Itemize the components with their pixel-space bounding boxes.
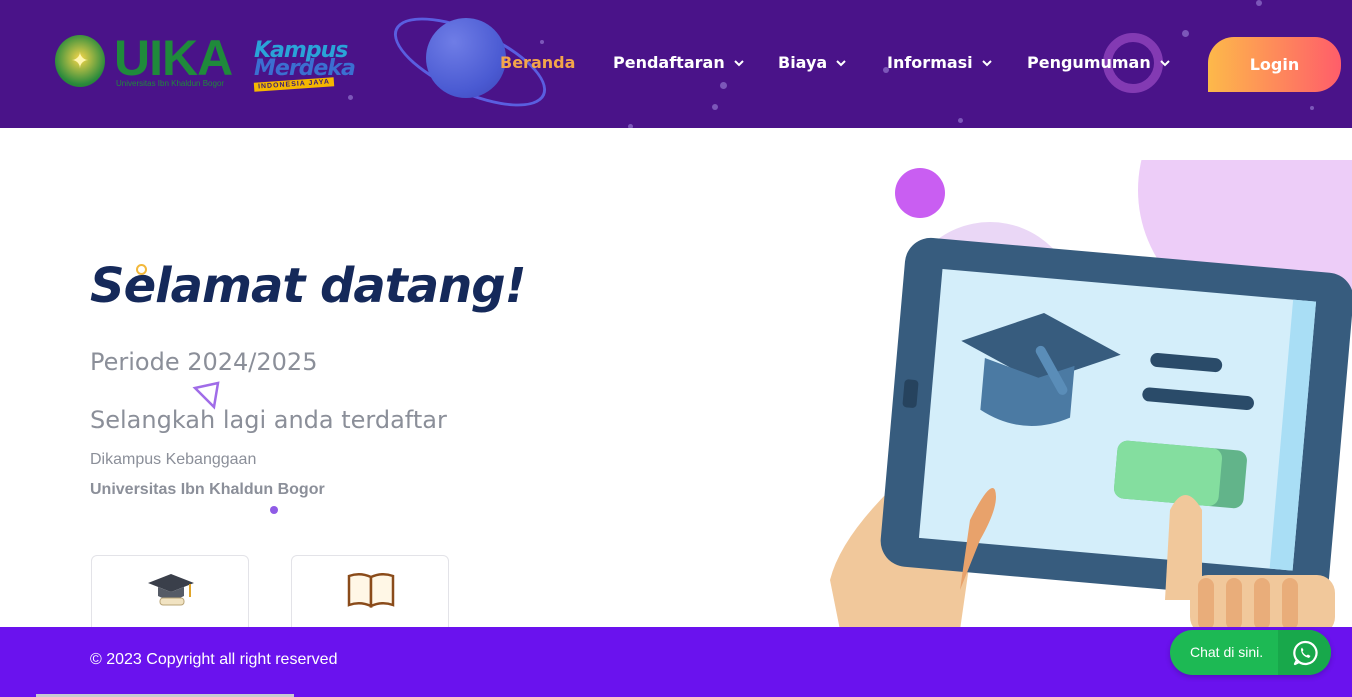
nav-beranda-label: Beranda (500, 53, 576, 72)
footer-copyright: © 2023 Copyright all right reserved (90, 651, 338, 668)
login-button[interactable]: Login (1208, 37, 1341, 92)
hero-subtitle: Selangkah lagi anda terdaftar (90, 406, 447, 434)
nav-informasi[interactable]: Informasi (887, 52, 993, 74)
star-dot (540, 40, 544, 44)
star-dot (712, 104, 718, 110)
uika-logo-word: UIKA (114, 30, 233, 86)
star-dot (1182, 30, 1189, 37)
nav-pendaftaran-label: Pendaftaran (613, 53, 725, 72)
uika-logo-subtitle: Universitas Ibn Khaldun Bogor (116, 79, 225, 88)
star-dot (1256, 0, 1262, 6)
tablet-illustration (830, 160, 1352, 630)
star-dot (1310, 106, 1314, 110)
nav-pendaftaran[interactable]: Pendaftaran (613, 52, 745, 74)
chat-button-label: Chat di sini. (1190, 644, 1264, 660)
open-book-icon (347, 573, 395, 608)
nav-biaya-label: Biaya (778, 53, 828, 72)
nav-beranda[interactable]: Beranda (500, 52, 575, 74)
chevron-down-icon (1160, 60, 1170, 67)
chat-whatsapp-button[interactable]: Chat di sini. (1170, 630, 1331, 675)
kampus-merdeka-line2: Merdeka (254, 56, 356, 81)
star-dot (628, 124, 633, 128)
site-header: ✦ UIKA Universitas Ibn Khaldun Bogor Kam… (0, 0, 1352, 128)
hero-title: Selamat datang! (90, 258, 527, 314)
whatsapp-icon-wrapper (1278, 630, 1331, 675)
whatsapp-icon (1292, 640, 1318, 665)
star-dot (720, 82, 727, 89)
chevron-down-icon (836, 60, 846, 67)
nav-biaya[interactable]: Biaya (778, 52, 847, 74)
chevron-down-icon (981, 60, 992, 67)
nav-pengumuman[interactable]: Pengumuman (1027, 52, 1171, 74)
graduation-cap-icon (148, 574, 194, 606)
nav-informasi-label: Informasi (887, 53, 973, 72)
uika-logo[interactable]: ✦ UIKA Universitas Ibn Khaldun Bogor (52, 30, 242, 93)
chevron-down-icon (733, 60, 744, 67)
kampus-merdeka-logo: Kampus Merdeka INDONESIA JAYA (252, 40, 362, 96)
nav-pengumuman-label: Pengumuman (1027, 53, 1151, 72)
site-footer: © 2023 Copyright all right reserved (0, 627, 1352, 697)
hero-period: Periode 2024/2025 (90, 348, 318, 376)
planet-decoration (426, 18, 506, 98)
star-dot (958, 118, 963, 123)
dot-decoration (270, 506, 278, 514)
hero-university-name: Universitas Ibn Khaldun Bogor (90, 481, 325, 498)
uika-emblem-icon: ✦ (55, 35, 105, 87)
hero-campus-text: Dikampus Kebanggaan (90, 451, 257, 468)
